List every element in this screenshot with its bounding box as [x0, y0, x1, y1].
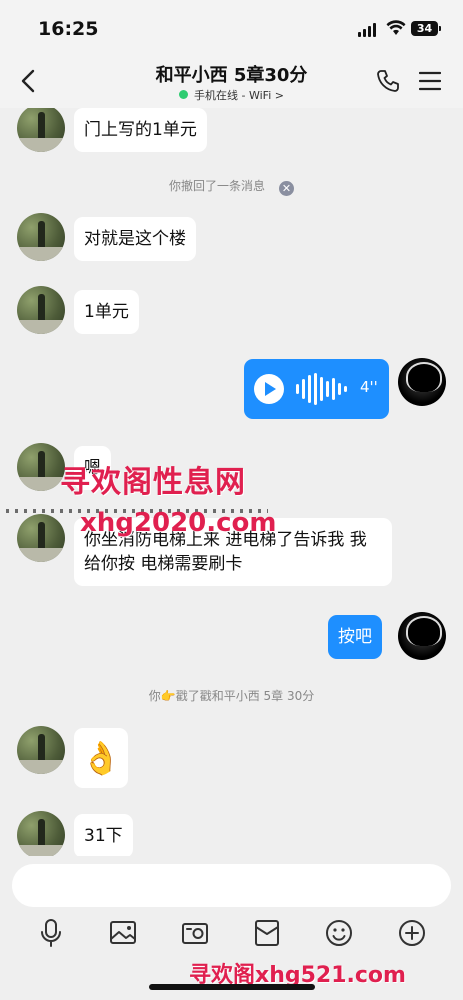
status-time: 16:25: [38, 18, 99, 40]
wifi-icon: [386, 20, 406, 35]
online-status-text: 手机在线 - WiFi >: [194, 89, 284, 102]
my-avatar[interactable]: [398, 358, 446, 406]
plus-icon[interactable]: [397, 918, 427, 948]
chat-header: 和平小西 5章30分 手机在线 - WiFi >: [0, 56, 463, 108]
online-dot-icon: [179, 90, 189, 99]
contact-avatar[interactable]: [17, 108, 65, 152]
voice-message[interactable]: 4'': [244, 359, 389, 419]
signal-icon: [358, 23, 378, 37]
contact-avatar[interactable]: [17, 213, 65, 261]
voice-duration: 4'': [360, 378, 378, 396]
message-bubble[interactable]: 1单元: [74, 290, 139, 334]
message-bubble-sent[interactable]: 按吧: [328, 615, 382, 659]
play-icon[interactable]: [254, 374, 284, 404]
system-message: 你撤回了一条消息 ✕: [0, 177, 463, 196]
camera-icon[interactable]: [180, 918, 210, 948]
message-bubble[interactable]: 31下: [74, 814, 133, 856]
message-input[interactable]: [12, 864, 451, 907]
contact-avatar[interactable]: [17, 286, 65, 334]
my-avatar[interactable]: [398, 612, 446, 660]
mic-icon[interactable]: [36, 918, 66, 948]
waveform-icon: [296, 373, 348, 405]
close-icon[interactable]: ✕: [279, 181, 294, 196]
status-bar: 16:25 34: [0, 0, 463, 56]
emoji-message[interactable]: 👌: [74, 728, 128, 788]
emoji-icon[interactable]: [324, 918, 354, 948]
image-icon[interactable]: [108, 918, 138, 948]
input-area: 寻欢阁xhg521.com: [0, 856, 463, 1000]
message-bubble[interactable]: 对就是这个楼: [74, 217, 196, 261]
battery-icon: 34: [411, 21, 441, 36]
contact-avatar[interactable]: [17, 443, 65, 491]
menu-icon[interactable]: [419, 70, 441, 92]
contact-avatar[interactable]: [17, 811, 65, 856]
system-message-text: 你撤回了一条消息: [168, 179, 265, 193]
home-indicator[interactable]: [149, 984, 315, 990]
system-message: 你👉戳了戳和平小西 5章 30分: [148, 689, 315, 703]
message-bubble[interactable]: 门上写的1单元: [74, 108, 207, 152]
message-bubble[interactable]: 你坐消防电梯上来 进电梯了告诉我 我给你按 电梯需要刷卡: [74, 518, 392, 586]
red-packet-icon[interactable]: [252, 918, 282, 948]
contact-avatar[interactable]: [17, 514, 65, 562]
phone-icon[interactable]: [375, 68, 401, 94]
input-toolbar: [0, 918, 463, 952]
chat-area[interactable]: 门上写的1单元 你撤回了一条消息 ✕ 对就是这个楼 1单元 4'' 嗯 你坐消防电…: [0, 108, 463, 856]
contact-avatar[interactable]: [17, 726, 65, 774]
watermark-divider: [6, 509, 268, 513]
message-bubble[interactable]: 嗯: [74, 446, 111, 490]
